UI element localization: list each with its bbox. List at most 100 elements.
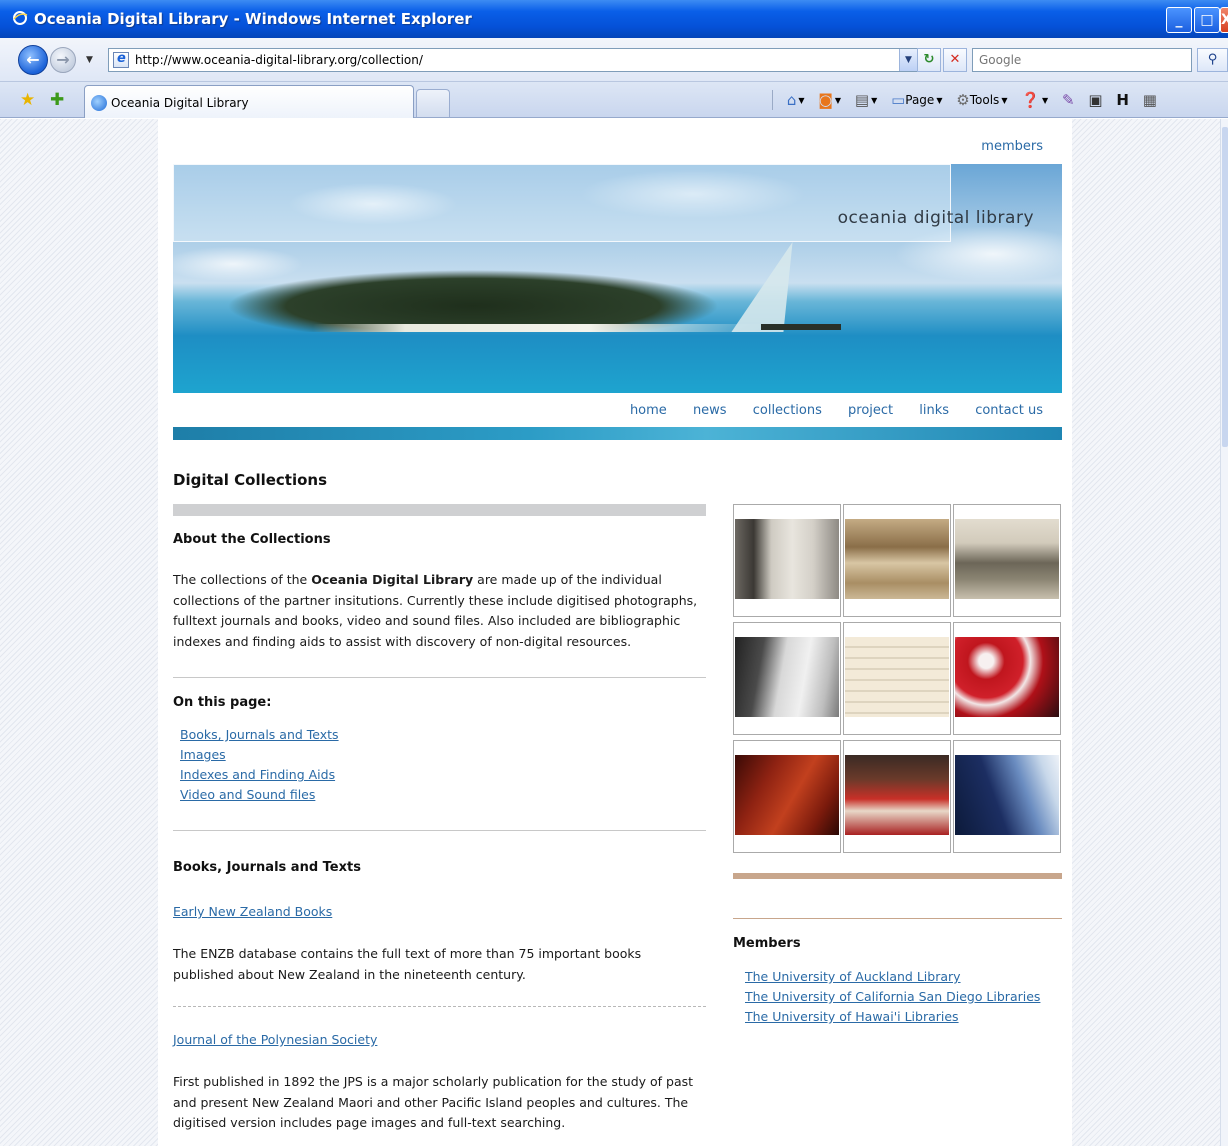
print-icon: ▤ [854,91,870,109]
books-heading: Books, Journals and Texts [173,860,361,875]
about-text-bold: Oceania Digital Library [311,572,474,587]
banner-boat [761,324,841,330]
thumbnail-image [735,519,839,599]
close-icon: X [1221,12,1228,28]
tab-label: Oceania Digital Library [111,96,249,110]
thumbnail-photo[interactable] [953,622,1061,735]
thumbnail-image [845,755,949,835]
enzb-link[interactable]: Early New Zealand Books [173,902,332,922]
member-link-auckland[interactable]: The University of Auckland Library [745,967,1040,987]
thumbnail-photo[interactable] [733,504,841,617]
search-icon: ⚲ [1207,52,1218,67]
close-button[interactable]: X [1220,7,1228,33]
chevron-down-icon: ▼ [936,95,943,105]
main-nav: home news collections project links cont… [608,403,1043,418]
banner-island [173,254,813,332]
on-this-page-heading: On this page: [173,695,272,710]
page-menu-icon: ▭ [891,91,906,109]
thumbnail-image [955,637,1059,717]
home-button[interactable]: ⌂ ▼ [787,91,805,109]
nav-home[interactable]: home [630,403,667,418]
thumbnail-image [845,519,949,599]
ie-logo-icon [13,11,28,25]
site-title: oceania digital library [837,208,1034,228]
forward-arrow-icon: → [56,50,70,69]
gear-icon: ⚙ [956,91,970,109]
feeds-button[interactable]: ◙ ▼ [818,91,841,109]
tab-oceania-digital-library[interactable]: Oceania Digital Library [84,85,414,118]
thumbnail-photo[interactable] [843,740,951,853]
new-tab-button[interactable] [416,89,450,117]
nav-links[interactable]: links [919,403,949,418]
thumbnail-photo[interactable] [953,504,1061,617]
members-top-link[interactable]: members [981,139,1043,154]
toolbar-box-icon: ▣ [1088,91,1103,109]
refresh-icon: ↻ [923,52,935,67]
thumbnail-photo[interactable] [843,622,951,735]
enzb-description: The ENZB database contains the full text… [173,946,642,982]
research-button[interactable]: ✎ [1062,91,1075,109]
url-text[interactable]: http://www.oceania-digital-library.org/c… [135,53,423,67]
tools-menu[interactable]: ⚙Tools ▼ [956,91,1007,109]
member-link-hawaii[interactable]: The University of Hawai'i Libraries [745,1007,1040,1027]
toolbar-h-icon: H [1116,91,1129,109]
toolbar-button-b[interactable]: ▦ [1143,91,1157,109]
toc-link-indexes[interactable]: Indexes and Finding Aids [180,765,339,785]
thumbnail-image [955,755,1059,835]
member-link-ucsd[interactable]: The University of California San Diego L… [745,987,1040,1007]
page-menu-label: Page [905,93,935,107]
maximize-icon: □ [1200,12,1214,28]
home-icon: ⌂ [786,91,797,109]
search-button[interactable]: ⚲ [1197,48,1228,72]
command-bar: ⌂ ▼ ◙ ▼ ▤ ▼ ▭Page ▼ ⚙Tools ▼ ❓ ▼ ✎ ▣ H ▦ [772,90,1167,112]
jps-description: First published in 1892 the JPS is a maj… [173,1074,694,1130]
search-input[interactable] [973,49,1191,71]
search-box[interactable] [972,48,1192,72]
about-text-pre: The collections of the [173,572,312,587]
page-icon [113,51,129,68]
stop-button[interactable]: ✕ [943,48,967,72]
url-dropdown-icon[interactable]: ▼ [899,49,917,71]
title-divider [173,504,706,516]
add-favorites-icon[interactable]: ✚ [50,90,64,110]
tab-bar: ★ ✚ Oceania Digital Library ⌂ ▼ ◙ ▼ ▤ ▼ ▭Pa… [0,82,1228,118]
toc-link-images[interactable]: Images [180,745,339,765]
toolbar-button-h[interactable]: H [1116,91,1129,109]
page-title: Digital Collections [173,471,328,489]
thumbnail-photo[interactable] [733,740,841,853]
toc-link-books[interactable]: Books, Journals and Texts [180,725,339,745]
chevron-down-icon: ▼ [1001,95,1008,105]
page-menu[interactable]: ▭Page ▼ [891,91,942,109]
refresh-button[interactable]: ↻ [917,48,941,72]
thumbnail-photo[interactable] [953,740,1061,853]
vertical-scrollbar[interactable] [1220,119,1228,1146]
print-button[interactable]: ▤ ▼ [855,91,877,109]
jps-link[interactable]: Journal of the Polynesian Society [173,1030,377,1050]
help-button[interactable]: ❓ ▼ [1021,91,1048,109]
nav-contact-us[interactable]: contact us [975,403,1043,418]
forward-button[interactable]: → [50,47,76,73]
nav-project[interactable]: project [848,403,893,418]
maximize-button[interactable]: □ [1194,7,1220,33]
item-divider [173,1006,706,1007]
thumbnail-photo[interactable] [733,622,841,735]
toolbar-tool-icon: ▦ [1142,91,1157,109]
history-dropdown-icon[interactable]: ▼ [86,55,93,65]
nav-news[interactable]: news [693,403,727,418]
toc-link-video-sound[interactable]: Video and Sound files [180,785,339,805]
rss-icon: ◙ [818,91,833,109]
page-container: members oceania digital library home new… [158,119,1072,1146]
minimize-button[interactable]: _ [1166,7,1192,33]
banner-title-panel [173,164,951,242]
scrollbar-thumb[interactable] [1222,127,1228,447]
chevron-down-icon: ▼ [798,95,805,105]
back-button[interactable]: ← [18,45,48,75]
nav-collections[interactable]: collections [753,403,822,418]
thumbnail-photo[interactable] [843,504,951,617]
url-field[interactable]: http://www.oceania-digital-library.org/c… [108,48,918,72]
toolbar-button-a[interactable]: ▣ [1088,91,1102,109]
command-separator [772,90,773,110]
favorites-star-icon[interactable]: ★ [20,90,35,110]
research-icon: ✎ [1061,91,1075,109]
stop-icon: ✕ [949,52,961,67]
